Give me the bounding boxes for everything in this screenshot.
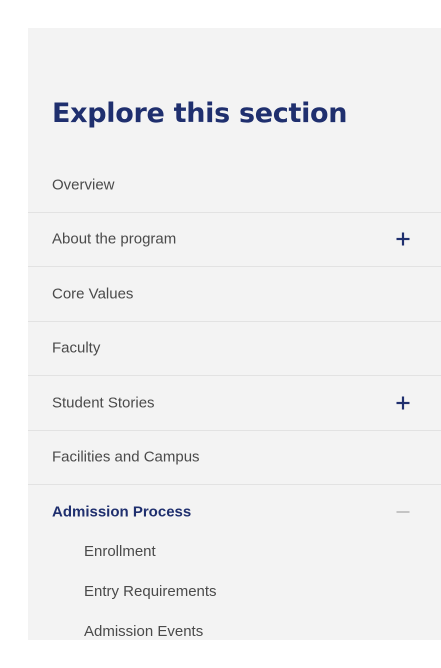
nav-item-label: Student Stories bbox=[52, 394, 155, 412]
nav-item-label: Facilities and Campus bbox=[52, 448, 200, 466]
section-nav-panel: Explore this section Overview About the … bbox=[28, 28, 441, 640]
nav-item-admission-process[interactable]: Admission Process bbox=[28, 485, 441, 540]
nav-item-label: About the program bbox=[52, 230, 177, 248]
subnav-item-admission-events[interactable]: Admission Events bbox=[28, 612, 441, 652]
nav-item-core-values[interactable]: Core Values bbox=[28, 267, 441, 322]
nav-item-about-the-program[interactable]: About the program bbox=[28, 213, 441, 267]
nav-item-label: Faculty bbox=[52, 339, 101, 357]
plus-icon[interactable] bbox=[395, 231, 411, 247]
nav-item-label: Overview bbox=[52, 176, 115, 194]
nav-item-facilities-and-campus[interactable]: Facilities and Campus bbox=[28, 431, 441, 485]
nav-item-faculty[interactable]: Faculty bbox=[28, 322, 441, 376]
admission-process-subnav: Enrollment Entry Requirements Admission … bbox=[28, 532, 441, 652]
nav-item-student-stories[interactable]: Student Stories bbox=[28, 376, 441, 431]
subnav-item-entry-requirements[interactable]: Entry Requirements bbox=[28, 572, 441, 612]
section-nav-title: Explore this section bbox=[52, 98, 348, 129]
minus-icon[interactable] bbox=[395, 504, 411, 520]
plus-icon[interactable] bbox=[395, 395, 411, 411]
nav-item-overview[interactable]: Overview bbox=[28, 158, 441, 213]
section-nav-list: Overview About the program Core Values F… bbox=[28, 158, 441, 652]
nav-item-label: Core Values bbox=[52, 285, 134, 303]
nav-item-label: Admission Process bbox=[52, 503, 192, 521]
